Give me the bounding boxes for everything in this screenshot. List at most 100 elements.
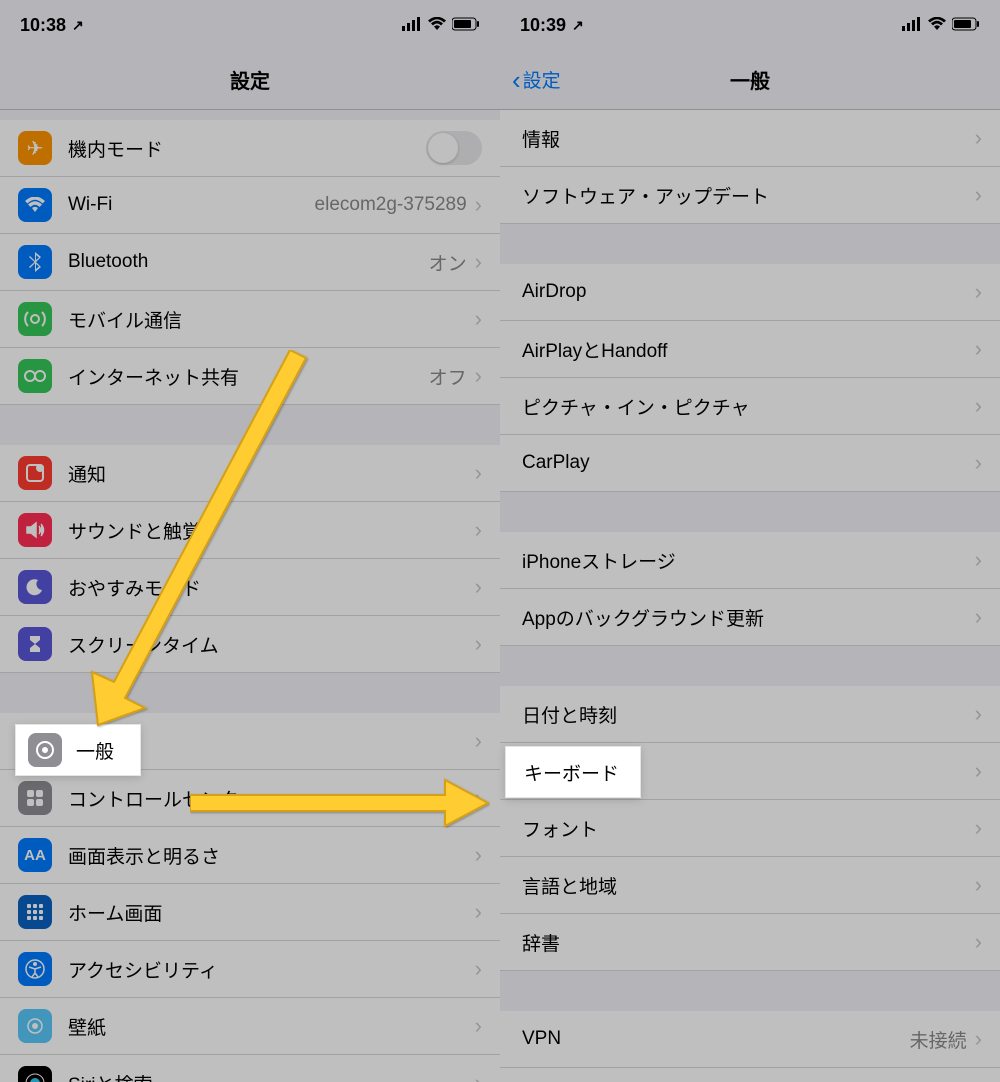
wifi-value: elecom2g-375289 [315, 194, 467, 216]
chevron-right-icon: › [475, 1013, 482, 1039]
vpn-value: 未接続 [910, 1026, 967, 1053]
chevron-right-icon: › [975, 279, 982, 305]
chevron-right-icon: › [475, 728, 482, 754]
row-control-center[interactable]: コントロールセンター › [0, 770, 500, 827]
page-title: 設定 [230, 65, 270, 94]
display-icon: AA [18, 838, 52, 872]
row-background-refresh[interactable]: Appのバックグラウンド更新 › [500, 589, 1000, 646]
row-font[interactable]: フォント › [500, 800, 1000, 857]
wifi-icon [428, 15, 446, 36]
hotspot-icon [18, 359, 52, 393]
row-hotspot[interactable]: インターネット共有 オフ › [0, 348, 500, 405]
chevron-right-icon: › [975, 815, 982, 841]
cellular-icon [18, 302, 52, 336]
chevron-right-icon: › [975, 450, 982, 476]
chevron-right-icon: › [475, 899, 482, 925]
row-about[interactable]: 情報 › [500, 110, 1000, 167]
row-sounds[interactable]: サウンドと触覚 › [0, 502, 500, 559]
chevron-right-icon: › [475, 306, 482, 332]
status-time: 10:38 [20, 15, 66, 36]
chevron-right-icon: › [475, 517, 482, 543]
chevron-right-icon: › [475, 460, 482, 486]
row-airdrop[interactable]: AirDrop › [500, 264, 1000, 321]
chevron-right-icon: › [475, 363, 482, 389]
highlight-keyboard: キーボード [505, 746, 641, 798]
row-siri[interactable]: Siriと検索 › [0, 1055, 500, 1082]
chevron-right-icon: › [975, 758, 982, 784]
signal-icon [402, 15, 422, 36]
accessibility-icon [18, 952, 52, 986]
wifi-icon [18, 188, 52, 222]
nav-bar: ‹ 設定 一般 [500, 50, 1000, 110]
chevron-right-icon: › [475, 249, 482, 275]
location-icon: ↗ [72, 17, 84, 34]
highlight-general: 一般 [15, 724, 141, 776]
settings-list[interactable]: ✈ 機内モード Wi-Fi elecom2g-375289 › Bluetoot… [0, 110, 500, 1082]
chevron-right-icon: › [975, 929, 982, 955]
row-datetime[interactable]: 日付と時刻 › [500, 686, 1000, 743]
row-storage[interactable]: iPhoneストレージ › [500, 532, 1000, 589]
status-time: 10:39 [520, 15, 566, 36]
back-button[interactable]: ‹ 設定 [512, 66, 561, 93]
control-center-icon [18, 781, 52, 815]
chevron-right-icon: › [975, 393, 982, 419]
chevron-right-icon: › [975, 125, 982, 151]
chevron-right-icon: › [475, 842, 482, 868]
gear-icon [28, 733, 62, 767]
siri-icon [18, 1066, 52, 1082]
battery-icon [452, 15, 480, 36]
wifi-icon [928, 15, 946, 36]
row-vpn[interactable]: VPN 未接続 › [500, 1011, 1000, 1068]
chevron-right-icon: › [475, 631, 482, 657]
row-wifi[interactable]: Wi-Fi elecom2g-375289 › [0, 177, 500, 234]
row-carplay[interactable]: CarPlay › [500, 435, 1000, 492]
chevron-left-icon: ‹ [512, 67, 521, 93]
row-pip[interactable]: ピクチャ・イン・ピクチャ › [500, 378, 1000, 435]
general-list[interactable]: 情報 › ソフトウェア・アップデート › AirDrop › AirPlayとH… [500, 110, 1000, 1082]
row-airplay[interactable]: AirPlayとHandoff › [500, 321, 1000, 378]
chevron-right-icon: › [475, 785, 482, 811]
moon-icon [18, 570, 52, 604]
hourglass-icon [18, 627, 52, 661]
chevron-right-icon: › [475, 956, 482, 982]
row-home-screen[interactable]: ホーム画面 › [0, 884, 500, 941]
nav-bar: 設定 [0, 50, 500, 110]
chevron-right-icon: › [975, 872, 982, 898]
bluetooth-value: オン [429, 249, 467, 276]
chevron-right-icon: › [975, 701, 982, 727]
status-bar: 10:39 ↗ [500, 0, 1000, 50]
wallpaper-icon [18, 1009, 52, 1043]
row-display[interactable]: AA 画面表示と明るさ › [0, 827, 500, 884]
home-icon [18, 895, 52, 929]
bluetooth-icon [18, 245, 52, 279]
battery-icon [952, 15, 980, 36]
chevron-right-icon: › [475, 574, 482, 600]
row-software-update[interactable]: ソフトウェア・アップデート › [500, 167, 1000, 224]
row-profile[interactable]: プロファイル 楽天モバイル › [500, 1068, 1000, 1082]
chevron-right-icon: › [975, 547, 982, 573]
row-notifications[interactable]: 通知 › [0, 445, 500, 502]
airplane-icon: ✈ [18, 131, 52, 165]
hotspot-value: オフ [429, 363, 467, 390]
row-do-not-disturb[interactable]: おやすみモード › [0, 559, 500, 616]
notifications-icon [18, 456, 52, 490]
chevron-right-icon: › [475, 192, 482, 218]
row-accessibility[interactable]: アクセシビリティ › [0, 941, 500, 998]
page-title: 一般 [730, 65, 770, 94]
settings-screen-left: 10:38 ↗ 設定 ✈ 機内モード Wi-Fi [0, 0, 500, 1082]
sounds-icon [18, 513, 52, 547]
location-icon: ↗ [572, 17, 584, 34]
chevron-right-icon: › [975, 336, 982, 362]
row-bluetooth[interactable]: Bluetooth オン › [0, 234, 500, 291]
general-screen-right: 10:39 ↗ ‹ 設定 一般 情報 › ソフトウェア・アップデート [500, 0, 1000, 1082]
row-dictionary[interactable]: 辞書 › [500, 914, 1000, 971]
signal-icon [902, 15, 922, 36]
airplane-toggle[interactable] [426, 131, 482, 165]
row-airplane-mode[interactable]: ✈ 機内モード [0, 120, 500, 177]
row-screentime[interactable]: スクリーンタイム › [0, 616, 500, 673]
row-cellular[interactable]: モバイル通信 › [0, 291, 500, 348]
chevron-right-icon: › [475, 1070, 482, 1082]
row-wallpaper[interactable]: 壁紙 › [0, 998, 500, 1055]
row-language[interactable]: 言語と地域 › [500, 857, 1000, 914]
chevron-right-icon: › [975, 182, 982, 208]
